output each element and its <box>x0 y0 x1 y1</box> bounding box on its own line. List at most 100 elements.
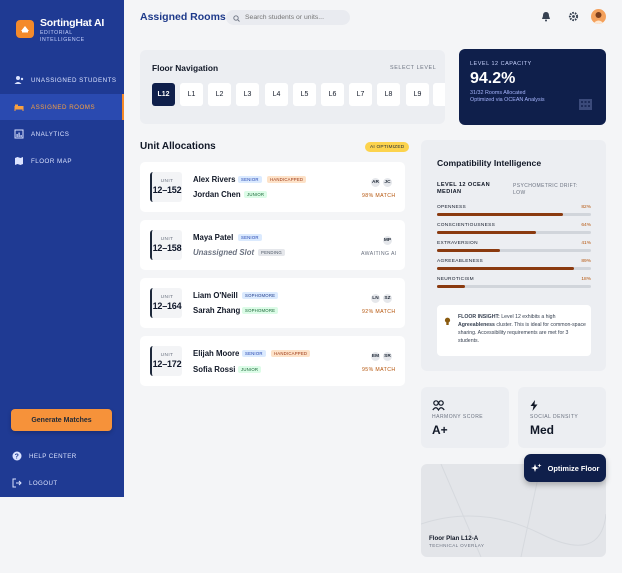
floor-button-l4[interactable]: L4 <box>265 83 288 106</box>
svg-text:?: ? <box>15 454 20 461</box>
match-score: 92% MATCH <box>362 309 396 315</box>
unit-number-box: UNIT 12–172 <box>150 346 182 376</box>
logo-icon <box>16 20 34 38</box>
logout-icon <box>12 478 22 488</box>
capacity-value: 94.2% <box>470 70 516 87</box>
capacity-description: 31/32 Rooms Allocated Optimized via OCEA… <box>470 90 545 103</box>
trait-value: 82% <box>581 205 591 210</box>
sidebar-item-assigned-rooms[interactable]: ASSIGNED ROOMS <box>0 94 124 120</box>
match-score: 98% MATCH <box>362 193 396 199</box>
floor-button-l8[interactable]: L8 <box>377 83 400 106</box>
social-density-label: SOCIAL DENSITY <box>530 414 579 420</box>
bell-icon[interactable] <box>540 10 552 22</box>
trait-bar-fill <box>437 213 564 216</box>
sidebar-item-label: ANALYTICS <box>31 130 70 138</box>
help-center-link[interactable]: ? HELP CENTER <box>12 449 77 463</box>
help-icon: ? <box>12 451 22 461</box>
gear-icon[interactable] <box>567 10 579 22</box>
ocean-median-label: LEVEL 12 OCEAN MEDIAN <box>437 182 491 195</box>
trait-value: 64% <box>581 223 591 228</box>
avatar[interactable] <box>591 9 606 24</box>
floor-button-l3[interactable]: L3 <box>236 83 259 106</box>
match-score: 95% MATCH <box>362 367 396 373</box>
trait-label: CONSCIENTIOUSNESS <box>437 223 496 228</box>
search-input[interactable] <box>245 14 345 21</box>
trait-label: NEUROTICISM <box>437 277 474 282</box>
tag-senior: SENIOR <box>238 234 262 241</box>
resident-initials: AR <box>370 177 381 188</box>
tag-senior: SENIOR <box>242 350 266 357</box>
resident-name: Maya Patel <box>193 233 234 242</box>
bed-icon <box>14 102 24 112</box>
map-icon <box>14 156 24 166</box>
resident-initials: JC <box>382 177 393 188</box>
logout-label: LOGOUT <box>29 479 58 487</box>
trait-bar <box>437 231 591 234</box>
resident-name: Sarah Zhang <box>193 306 241 315</box>
search-icon <box>233 9 240 27</box>
unit-allocations-title: Unit Allocations <box>140 141 216 152</box>
floor-button-l6[interactable]: L6 <box>321 83 344 106</box>
floor-button-l1[interactable]: L1 <box>180 83 203 106</box>
trait-bar <box>437 249 591 252</box>
trait-bar <box>437 267 591 270</box>
insight-title: FLOOR INSIGHT: <box>458 314 500 320</box>
tag-sophomore: SOPHOMORE <box>242 292 279 299</box>
unit-number-box: UNIT 12–152 <box>150 172 182 202</box>
floor-button-l7[interactable]: L7 <box>349 83 372 106</box>
unit-number-box: UNIT 12–158 <box>150 230 182 260</box>
logout-link[interactable]: LOGOUT <box>12 476 58 490</box>
optimize-floor-label: Optimize Floor <box>547 463 600 473</box>
sidebar-item-label: UNASSIGNED STUDENTS <box>31 76 117 84</box>
sidebar-item-unassigned-students[interactable]: UNASSIGNED STUDENTS <box>0 67 124 93</box>
floor-insight-text: FLOOR INSIGHT: Level 12 exhibits a high … <box>458 313 586 345</box>
tag-junior: JUNIOR <box>238 366 262 373</box>
trait-label: OPENNESS <box>437 205 467 210</box>
floor-button-overflow[interactable] <box>433 83 445 106</box>
floor-navigation-title: Floor Navigation <box>152 63 219 73</box>
match-score: AWAITING AI <box>361 251 397 257</box>
help-center-label: HELP CENTER <box>29 452 77 460</box>
sidebar-item-analytics[interactable]: ANALYTICS <box>0 121 124 147</box>
harmony-score-value: A+ <box>432 423 448 437</box>
unit-label: UNIT <box>160 237 174 242</box>
floor-button-l2[interactable]: L2 <box>208 83 231 106</box>
resident-name: Alex Rivers <box>193 175 236 184</box>
resident-initials: EM <box>370 351 381 362</box>
floor-button-l5[interactable]: L5 <box>293 83 316 106</box>
social-density-value: Med <box>530 423 554 437</box>
floor-button-l12[interactable]: L12 <box>152 83 175 106</box>
resident-initials: SR <box>382 351 393 362</box>
tag-handicapped: HANDICAPPED <box>267 176 307 183</box>
floor-button-l9[interactable]: L9 <box>406 83 429 106</box>
tag-handicapped: HANDICAPPED <box>271 350 311 357</box>
insight-text-part: Level 12 exhibits a high <box>499 314 556 320</box>
trait-bar <box>437 285 591 288</box>
generate-matches-button[interactable]: Generate Matches <box>11 409 112 431</box>
floor-plan-title: Floor Plan L12-A <box>429 535 479 542</box>
trait-bar <box>437 213 591 216</box>
select-level-label: SELECT LEVEL <box>390 65 437 71</box>
page-title: Assigned Rooms <box>140 11 226 23</box>
brand-name: SortingHat AI <box>40 17 105 29</box>
tag-senior: SENIOR <box>238 176 262 183</box>
sidebar-item-label: FLOOR MAP <box>31 157 72 165</box>
sidebar-item-label: ASSIGNED ROOMS <box>31 103 96 111</box>
resident-name: Liam O'Neill <box>193 291 238 300</box>
tag-pending: PENDING <box>258 249 285 256</box>
search-bar[interactable] <box>226 10 350 25</box>
building-icon <box>578 96 593 115</box>
trait-label: AGREEABLENESS <box>437 259 484 264</box>
resident-initials: SZ <box>382 293 393 304</box>
lightbulb-icon <box>444 313 451 331</box>
users-icon <box>14 75 24 85</box>
sidebar-item-floor-map[interactable]: FLOOR MAP <box>0 148 124 174</box>
compatibility-title: Compatibility Intelligence <box>437 158 542 168</box>
tag-junior: JUNIOR <box>244 191 268 198</box>
trait-label: EXTRAVERSION <box>437 241 478 246</box>
tag-sophomore: SOPHOMORE <box>242 307 279 314</box>
unit-number: 12–164 <box>152 301 182 311</box>
optimize-floor-button[interactable]: Optimize Floor <box>524 454 606 482</box>
floor-plan-subtitle: TECHNICAL OVERLAY <box>429 543 485 548</box>
trait-value: 18% <box>581 277 591 282</box>
